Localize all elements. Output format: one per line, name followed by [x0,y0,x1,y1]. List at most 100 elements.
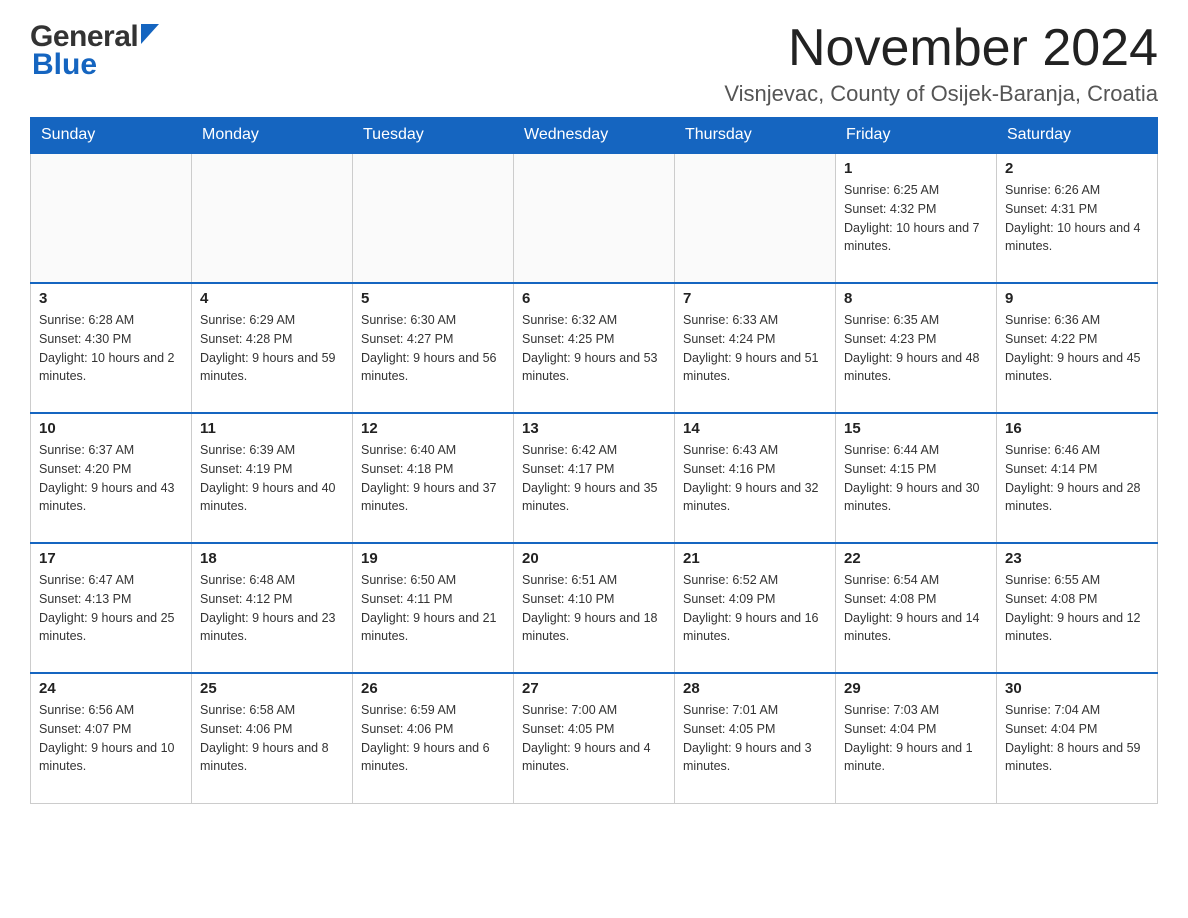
day-info: Sunrise: 6:40 AMSunset: 4:18 PMDaylight:… [361,441,505,516]
calendar-cell: 13Sunrise: 6:42 AMSunset: 4:17 PMDayligh… [514,413,675,543]
calendar-cell [514,153,675,283]
title-block: November 2024 Visnjevac, County of Osije… [724,20,1158,107]
calendar-cell: 5 Sunrise: 6:30 AMSunset: 4:27 PMDaylight… [353,283,514,413]
day-info: Sunrise: 6:46 AMSunset: 4:14 PMDaylight:… [1005,441,1149,516]
calendar-cell: 14 Sunrise: 6:43 AMSunset: 4:16 PMDayligh… [675,413,836,543]
calendar-cell: 27 Sunrise: 7:00 AMSunset: 4:05 PMDayligh… [514,673,675,803]
column-header-saturday: Saturday [997,118,1158,154]
day-info: Sunrise: 6:36 AMSunset: 4:22 PMDaylight:… [1005,311,1149,386]
location-title: Visnjevac, County of Osijek-Baranja, Cro… [724,81,1158,107]
calendar-cell: 4Sunrise: 6:29 AMSunset: 4:28 PMDaylight… [192,283,353,413]
day-number: 14 [683,420,827,437]
calendar-cell: 6 Sunrise: 6:32 AMSunset: 4:25 PMDaylight… [514,283,675,413]
calendar-cell: 26 Sunrise: 6:59 AMSunset: 4:06 PMDayligh… [353,673,514,803]
day-info: Sunrise: 6:51 AMSunset: 4:10 PMDaylight:… [522,571,666,646]
logo-blue-text: Blue [32,48,97,82]
calendar-cell: 10 Sunrise: 6:37 AMSunset: 4:20 PMDayligh… [31,413,192,543]
day-number: 20 [522,550,666,567]
day-info: Sunrise: 6:58 AMSunset: 4:06 PMDaylight:… [200,701,344,776]
calendar-cell: 20 Sunrise: 6:51 AMSunset: 4:10 PMDayligh… [514,543,675,673]
column-header-monday: Monday [192,118,353,154]
day-number: 8 [844,290,988,307]
day-info: Sunrise: 6:59 AMSunset: 4:06 PMDaylight:… [361,701,505,776]
calendar-week-2: 3Sunrise: 6:28 AMSunset: 4:30 PMDaylight… [31,283,1158,413]
calendar-cell: 21Sunrise: 6:52 AMSunset: 4:09 PMDayligh… [675,543,836,673]
calendar-cell: 3Sunrise: 6:28 AMSunset: 4:30 PMDaylight… [31,283,192,413]
day-info: Sunrise: 6:25 AMSunset: 4:32 PMDaylight:… [844,181,988,256]
day-number: 26 [361,680,505,697]
day-info: Sunrise: 6:37 AMSunset: 4:20 PMDaylight:… [39,441,183,516]
column-header-friday: Friday [836,118,997,154]
day-number: 27 [522,680,666,697]
day-number: 17 [39,550,183,567]
calendar-cell: 22 Sunrise: 6:54 AMSunset: 4:08 PMDayligh… [836,543,997,673]
column-header-tuesday: Tuesday [353,118,514,154]
day-number: 30 [1005,680,1149,697]
calendar-cell: 15 Sunrise: 6:44 AMSunset: 4:15 PMDayligh… [836,413,997,543]
day-number: 19 [361,550,505,567]
day-info: Sunrise: 6:47 AMSunset: 4:13 PMDaylight:… [39,571,183,646]
calendar-week-1: 1 Sunrise: 6:25 AMSunset: 4:32 PMDaylight… [31,153,1158,283]
day-info: Sunrise: 6:35 AMSunset: 4:23 PMDaylight:… [844,311,988,386]
day-number: 23 [1005,550,1149,567]
day-number: 29 [844,680,988,697]
calendar-cell: 7 Sunrise: 6:33 AMSunset: 4:24 PMDaylight… [675,283,836,413]
calendar-week-3: 10 Sunrise: 6:37 AMSunset: 4:20 PMDayligh… [31,413,1158,543]
calendar-cell: 24 Sunrise: 6:56 AMSunset: 4:07 PMDayligh… [31,673,192,803]
day-info: Sunrise: 6:43 AMSunset: 4:16 PMDaylight:… [683,441,827,516]
calendar-cell: 11 Sunrise: 6:39 AMSunset: 4:19 PMDayligh… [192,413,353,543]
logo-arrow-icon [141,24,159,49]
day-number: 11 [200,420,344,437]
day-info: Sunrise: 7:03 AMSunset: 4:04 PMDaylight:… [844,701,988,776]
day-info: Sunrise: 7:00 AMSunset: 4:05 PMDaylight:… [522,701,666,776]
day-number: 6 [522,290,666,307]
calendar-cell: 30 Sunrise: 7:04 AMSunset: 4:04 PMDayligh… [997,673,1158,803]
day-number: 15 [844,420,988,437]
day-info: Sunrise: 6:33 AMSunset: 4:24 PMDaylight:… [683,311,827,386]
day-info: Sunrise: 6:26 AMSunset: 4:31 PMDaylight:… [1005,181,1149,256]
calendar-cell: 29 Sunrise: 7:03 AMSunset: 4:04 PMDayligh… [836,673,997,803]
day-info: Sunrise: 6:48 AMSunset: 4:12 PMDaylight:… [200,571,344,646]
day-number: 22 [844,550,988,567]
day-number: 7 [683,290,827,307]
calendar-cell: 8 Sunrise: 6:35 AMSunset: 4:23 PMDaylight… [836,283,997,413]
calendar-cell [192,153,353,283]
calendar-cell [353,153,514,283]
column-header-sunday: Sunday [31,118,192,154]
day-number: 9 [1005,290,1149,307]
day-number: 12 [361,420,505,437]
day-info: Sunrise: 6:42 AMSunset: 4:17 PMDaylight:… [522,441,666,516]
calendar-table: SundayMondayTuesdayWednesdayThursdayFrid… [30,117,1158,804]
logo: General Blue [30,20,159,82]
day-info: Sunrise: 6:56 AMSunset: 4:07 PMDaylight:… [39,701,183,776]
calendar-cell: 18 Sunrise: 6:48 AMSunset: 4:12 PMDayligh… [192,543,353,673]
calendar-header-row: SundayMondayTuesdayWednesdayThursdayFrid… [31,118,1158,154]
calendar-cell: 19Sunrise: 6:50 AMSunset: 4:11 PMDayligh… [353,543,514,673]
day-number: 24 [39,680,183,697]
day-number: 25 [200,680,344,697]
day-info: Sunrise: 7:04 AMSunset: 4:04 PMDaylight:… [1005,701,1149,776]
day-info: Sunrise: 6:39 AMSunset: 4:19 PMDaylight:… [200,441,344,516]
calendar-cell: 2 Sunrise: 6:26 AMSunset: 4:31 PMDaylight… [997,153,1158,283]
day-info: Sunrise: 6:44 AMSunset: 4:15 PMDaylight:… [844,441,988,516]
day-number: 1 [844,160,988,177]
day-info: Sunrise: 6:29 AMSunset: 4:28 PMDaylight:… [200,311,344,386]
calendar-week-5: 24 Sunrise: 6:56 AMSunset: 4:07 PMDayligh… [31,673,1158,803]
day-info: Sunrise: 6:30 AMSunset: 4:27 PMDaylight:… [361,311,505,386]
day-number: 21 [683,550,827,567]
calendar-cell: 12 Sunrise: 6:40 AMSunset: 4:18 PMDayligh… [353,413,514,543]
day-info: Sunrise: 6:54 AMSunset: 4:08 PMDaylight:… [844,571,988,646]
day-number: 2 [1005,160,1149,177]
day-info: Sunrise: 6:32 AMSunset: 4:25 PMDaylight:… [522,311,666,386]
day-number: 5 [361,290,505,307]
calendar-cell: 23Sunrise: 6:55 AMSunset: 4:08 PMDayligh… [997,543,1158,673]
day-number: 10 [39,420,183,437]
day-number: 18 [200,550,344,567]
calendar-cell: 25 Sunrise: 6:58 AMSunset: 4:06 PMDayligh… [192,673,353,803]
calendar-cell: 9 Sunrise: 6:36 AMSunset: 4:22 PMDaylight… [997,283,1158,413]
calendar-cell: 16 Sunrise: 6:46 AMSunset: 4:14 PMDayligh… [997,413,1158,543]
day-number: 16 [1005,420,1149,437]
calendar-cell [675,153,836,283]
calendar-week-4: 17 Sunrise: 6:47 AMSunset: 4:13 PMDayligh… [31,543,1158,673]
calendar-cell: 1 Sunrise: 6:25 AMSunset: 4:32 PMDaylight… [836,153,997,283]
